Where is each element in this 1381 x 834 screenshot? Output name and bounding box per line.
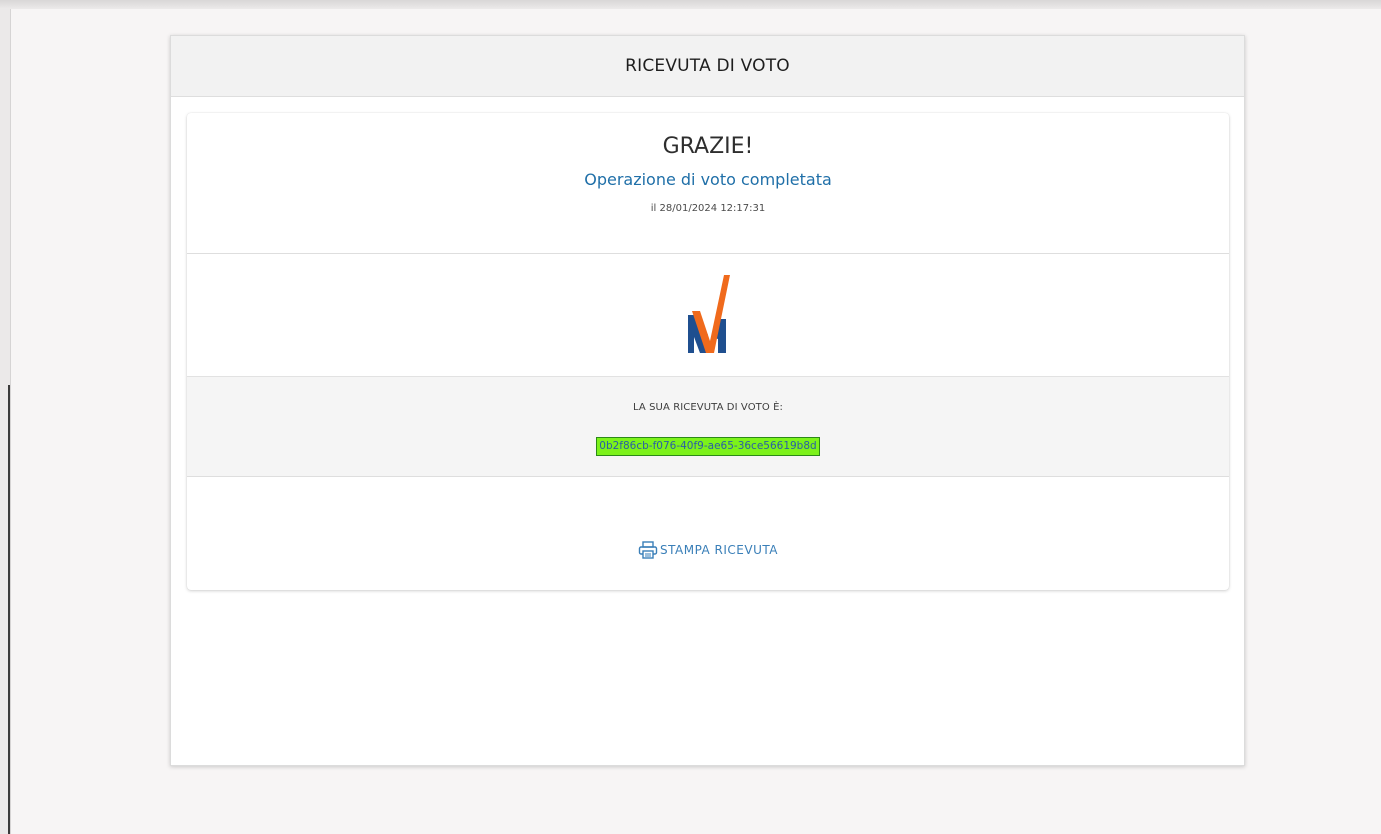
vote-check-logo-icon xyxy=(688,275,730,353)
receipt-card: GRAZIE! Operazione di voto completata il… xyxy=(187,113,1229,590)
window-left-edge-shadow xyxy=(8,385,10,834)
receipt-section: LA SUA RICEVUTA DI VOTO È: 0b2f86cb-f076… xyxy=(187,377,1229,477)
receipt-label: LA SUA RICEVUTA DI VOTO È: xyxy=(632,402,784,413)
receipt-panel: RICEVUTA DI VOTO GRAZIE! Operazione di v… xyxy=(170,35,1245,766)
receipt-code: 0b2f86cb-f076-40f9-ae65-36ce56619b8d xyxy=(596,437,820,456)
logo-section xyxy=(187,254,1229,377)
print-receipt-label: STAMPA RICEVUTA xyxy=(659,543,778,557)
page-title: RICEVUTA DI VOTO xyxy=(625,56,790,76)
window-top-bar xyxy=(0,0,1381,9)
print-receipt-button[interactable]: STAMPA RICEVUTA xyxy=(638,541,778,559)
vote-timestamp: il 28/01/2024 12:17:31 xyxy=(650,203,766,214)
thanks-title: GRAZIE! xyxy=(662,134,754,159)
panel-header: RICEVUTA DI VOTO xyxy=(171,36,1244,97)
print-section: STAMPA RICEVUTA xyxy=(187,477,1229,590)
completion-message: Operazione di voto completata xyxy=(584,170,832,189)
printer-icon xyxy=(638,541,658,559)
thanks-section: GRAZIE! Operazione di voto completata il… xyxy=(187,113,1229,254)
